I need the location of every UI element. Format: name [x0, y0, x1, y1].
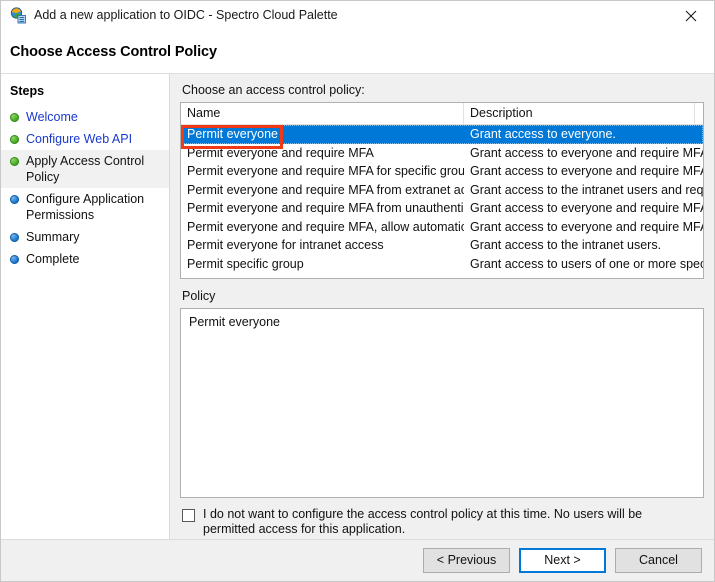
policy-description-text: Permit everyone [189, 315, 281, 329]
table-row[interactable]: Permit specific group Grant access to us… [181, 255, 703, 274]
step-bullet-icon [10, 157, 19, 166]
sidebar-item-summary[interactable]: Summary [1, 226, 169, 248]
table-row[interactable]: Permit everyone and require MFA from una… [181, 199, 703, 218]
steps-title: Steps [10, 84, 45, 98]
close-icon[interactable] [668, 1, 714, 30]
row-description: Grant access to everyone and require MFA… [470, 164, 703, 179]
skip-policy-checkbox[interactable] [182, 509, 195, 522]
sidebar-item-welcome[interactable]: Welcome [1, 106, 169, 128]
row-name: Permit everyone for intranet access [187, 238, 384, 253]
cancel-button[interactable]: Cancel [615, 548, 702, 573]
row-description: Grant access to everyone. [470, 127, 616, 142]
table-row[interactable]: Permit everyone and require MFA Grant ac… [181, 144, 703, 163]
adfs-wizard-globe-icon [10, 7, 27, 24]
sidebar-item-complete[interactable]: Complete [1, 248, 169, 270]
sidebar-item-label: Welcome [26, 110, 78, 124]
row-description: Grant access to everyone and require MFA… [470, 145, 703, 160]
row-description: Grant access to everyone and require MFA… [470, 219, 703, 234]
policy-description-box: Permit everyone [180, 308, 704, 498]
sidebar-item-label: Summary [26, 230, 80, 244]
main-content: Choose an access control policy: Name De… [170, 74, 714, 539]
sidebar-item-label: Complete [26, 252, 80, 266]
list-rows: Permit everyone Grant access to everyone… [181, 125, 703, 278]
row-name: Permit everyone and require MFA for spec… [187, 164, 464, 179]
skip-policy-row[interactable]: I do not want to configure the access co… [180, 498, 704, 539]
sidebar-item-label: Apply Access Control Policy [26, 154, 145, 184]
row-name: Permit everyone [187, 127, 279, 142]
page-title: Choose Access Control Policy [10, 43, 217, 60]
wizard-window: Add a new application to OIDC - Spectro … [0, 0, 715, 582]
sidebar-item-apply-access-control-policy[interactable]: Apply Access Control Policy [1, 150, 169, 188]
sidebar-item-label: Configure Application Permissions [26, 192, 145, 222]
table-row[interactable]: Permit everyone for intranet access Gran… [181, 236, 703, 255]
table-row[interactable]: Permit everyone Grant access to everyone… [181, 125, 703, 144]
table-row[interactable]: Permit everyone and require MFA for spec… [181, 162, 703, 181]
step-bullet-icon [10, 255, 19, 264]
row-name: Permit specific group [187, 256, 304, 271]
table-row[interactable]: Permit everyone and require MFA, allow a… [181, 218, 703, 237]
steps-sidebar: Steps Welcome Configure Web API Apply Ac… [1, 74, 170, 539]
table-row[interactable]: Permit everyone and require MFA from ext… [181, 181, 703, 200]
row-name: Permit everyone and require MFA, allow a… [187, 219, 464, 234]
row-description: Grant access to the intranet users and r… [470, 182, 703, 197]
skip-policy-label: I do not want to configure the access co… [203, 507, 643, 536]
sidebar-item-label: Configure Web API [26, 132, 133, 146]
policy-section-label: Policy [182, 289, 216, 303]
sidebar-item-configure-application-permissions[interactable]: Configure Application Permissions [1, 188, 169, 226]
page-header: Choose Access Control Policy [1, 30, 714, 73]
row-description: Grant access to everyone and require MFA… [470, 201, 703, 216]
row-name: Permit everyone and require MFA from ext… [187, 182, 464, 197]
access-control-policy-list[interactable]: Name Description Permit everyone Grant a… [180, 102, 704, 279]
sidebar-item-configure-web-api[interactable]: Configure Web API [1, 128, 169, 150]
previous-button[interactable]: < Previous [423, 548, 510, 573]
step-bullet-icon [10, 195, 19, 204]
title-bar: Add a new application to OIDC - Spectro … [1, 1, 714, 30]
policy-list-label: Choose an access control policy: [182, 83, 365, 97]
dialog-body: Steps Welcome Configure Web API Apply Ac… [1, 73, 714, 539]
list-header: Name Description [181, 103, 703, 125]
window-title: Add a new application to OIDC - Spectro … [34, 8, 338, 22]
row-description: Grant access to the intranet users. [470, 238, 662, 253]
column-header-name[interactable]: Name [181, 103, 464, 124]
row-name: Permit everyone and require MFA [187, 145, 374, 160]
step-bullet-icon [10, 113, 19, 122]
row-name: Permit everyone and require MFA from una… [187, 201, 464, 216]
next-button[interactable]: Next > [519, 548, 606, 573]
row-description: Grant access to users of one or more spe… [470, 256, 703, 271]
column-header-description[interactable]: Description [464, 103, 695, 124]
step-bullet-icon [10, 233, 19, 242]
dialog-footer: < Previous Next > Cancel [1, 539, 714, 581]
column-header-filler [695, 103, 703, 124]
step-bullet-icon [10, 135, 19, 144]
